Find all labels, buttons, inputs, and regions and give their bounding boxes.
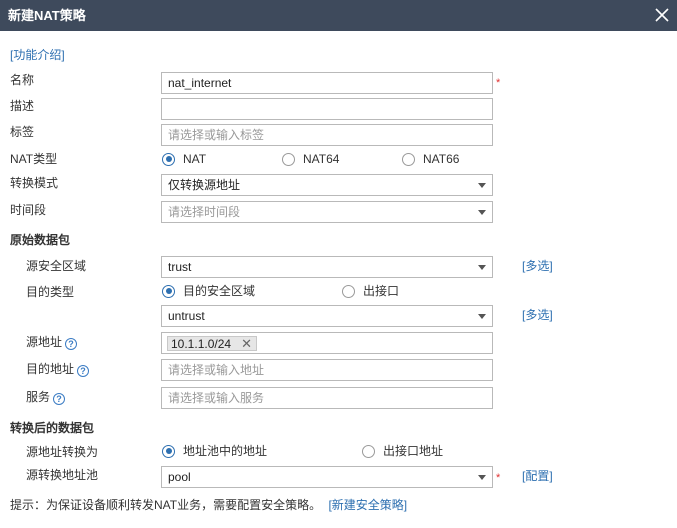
dialog-title: 新建NAT策略 <box>8 8 86 23</box>
new-security-policy-link[interactable]: [新建安全策略] <box>328 498 407 512</box>
src-translate-radio-pool[interactable]: 地址池中的地址 <box>162 444 267 458</box>
mode-value: 仅转换源地址 <box>168 178 241 192</box>
service-input[interactable]: 请选择或输入服务 <box>161 387 493 409</box>
description-input[interactable] <box>161 98 493 120</box>
radio-checked-icon <box>162 152 175 166</box>
dst-type-radio-interface[interactable]: 出接口 <box>342 284 399 298</box>
pool-value: pool <box>168 470 191 484</box>
time-range-placeholder: 请选择时间段 <box>168 205 241 219</box>
name-label: 名称 <box>10 73 35 87</box>
mode-label: 转换模式 <box>10 176 59 190</box>
src-translate-radio-interface[interactable]: 出接口地址 <box>362 444 443 458</box>
nat-type-option-label: NAT66 <box>423 152 460 166</box>
service-placeholder: 请选择或输入服务 <box>168 391 265 405</box>
footer-hint-text: 提示：为保证设备顺利转发NAT业务，需要配置安全策略。 <box>10 498 322 512</box>
src-addr-input[interactable]: 10.1.1.0/24 ✕ <box>161 332 493 354</box>
dst-type-option-label: 出接口 <box>363 284 400 298</box>
time-range-select[interactable]: 请选择时间段 <box>161 201 493 223</box>
dst-zone-value: untrust <box>168 309 205 323</box>
dst-addr-label: 目的地址? <box>26 361 90 377</box>
name-value: nat_internet <box>168 76 232 90</box>
footer-hint: 提示：为保证设备顺利转发NAT业务，需要配置安全策略。 [新建安全策略] <box>10 497 407 513</box>
remove-tag-icon[interactable]: ✕ <box>241 337 252 350</box>
chevron-down-icon <box>478 475 486 480</box>
dialog-titlebar: 新建NAT策略 <box>0 0 677 31</box>
section-original-packet: 原始数据包 <box>10 233 71 247</box>
nat-type-radio-nat64[interactable]: NAT64 <box>282 152 339 166</box>
radio-unchecked-icon <box>342 284 355 298</box>
dst-zone-multi-link[interactable]: [多选] <box>522 307 553 323</box>
section-translated-packet: 转换后的数据包 <box>10 421 95 435</box>
service-label: 服务? <box>26 389 66 405</box>
src-zone-value: trust <box>168 260 192 274</box>
src-translate-label: 源地址转换为 <box>26 445 99 459</box>
chevron-down-icon <box>478 314 486 319</box>
help-icon[interactable]: ? <box>53 393 66 405</box>
src-addr-label: 源地址? <box>26 334 78 350</box>
chevron-down-icon <box>478 265 486 270</box>
intro-link[interactable]: [功能介绍] <box>10 47 65 63</box>
dst-addr-placeholder: 请选择或输入地址 <box>168 363 265 377</box>
help-icon[interactable]: ? <box>77 365 90 377</box>
dst-type-label: 目的类型 <box>26 285 75 299</box>
src-zone-multi-link[interactable]: [多选] <box>522 258 553 274</box>
pool-select[interactable]: pool <box>161 466 493 488</box>
src-translate-option-label: 地址池中的地址 <box>183 444 268 458</box>
chevron-down-icon <box>478 183 486 188</box>
time-range-label: 时间段 <box>10 203 47 217</box>
tag-placeholder: 请选择或输入标签 <box>168 128 265 142</box>
dst-type-option-label: 目的安全区域 <box>183 284 256 298</box>
mode-select[interactable]: 仅转换源地址 <box>161 174 493 196</box>
radio-unchecked-icon <box>282 152 295 166</box>
dst-addr-input[interactable]: 请选择或输入地址 <box>161 359 493 381</box>
dst-zone-select[interactable]: untrust <box>161 305 493 327</box>
pool-config-link[interactable]: [配置] <box>522 468 553 484</box>
nat-type-radio-nat[interactable]: NAT <box>162 152 206 166</box>
pool-label: 源转换地址池 <box>26 468 99 482</box>
src-zone-select[interactable]: trust <box>161 256 493 278</box>
radio-unchecked-icon <box>402 152 415 166</box>
src-zone-label: 源安全区域 <box>26 259 87 273</box>
src-addr-tag: 10.1.1.0/24 ✕ <box>167 336 257 351</box>
nat-type-option-label: NAT <box>183 152 207 166</box>
description-label: 描述 <box>10 99 35 113</box>
nat-type-label: NAT类型 <box>10 152 58 166</box>
radio-checked-icon <box>162 444 175 458</box>
tag-label: 标签 <box>10 125 35 139</box>
nat-type-radio-nat66[interactable]: NAT66 <box>402 152 459 166</box>
tag-input[interactable]: 请选择或输入标签 <box>161 124 493 146</box>
src-translate-option-label: 出接口地址 <box>383 444 444 458</box>
chevron-down-icon <box>478 210 486 215</box>
name-input[interactable]: nat_internet <box>161 72 493 94</box>
close-icon[interactable] <box>653 6 671 24</box>
radio-unchecked-icon <box>362 444 375 458</box>
name-required-mark: * <box>496 77 501 89</box>
nat-type-option-label: NAT64 <box>303 152 340 166</box>
radio-checked-icon <box>162 284 175 298</box>
src-addr-tag-value: 10.1.1.0/24 <box>171 337 232 351</box>
dst-type-radio-zone[interactable]: 目的安全区域 <box>162 284 255 298</box>
pool-required-mark: * <box>496 472 501 484</box>
help-icon[interactable]: ? <box>65 338 78 350</box>
